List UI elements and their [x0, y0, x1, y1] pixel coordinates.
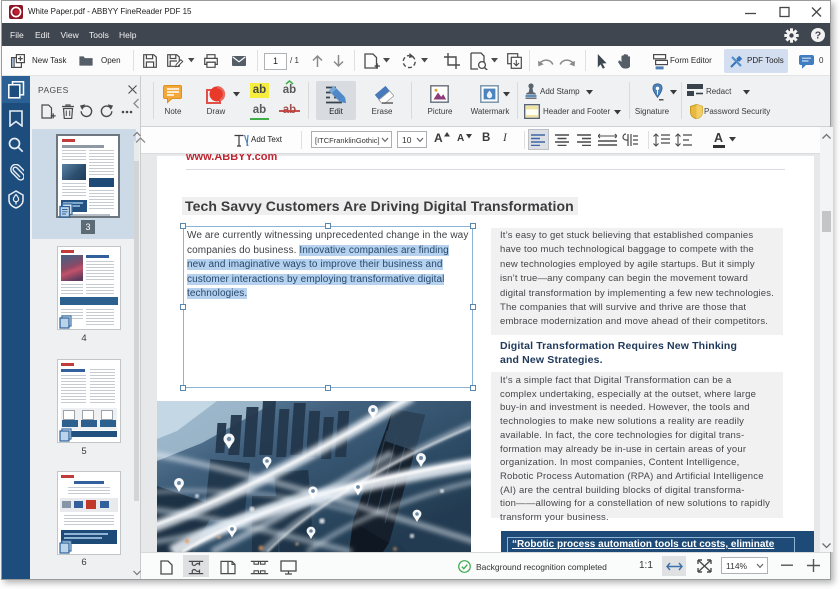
svg-text:?: ?	[815, 30, 821, 42]
